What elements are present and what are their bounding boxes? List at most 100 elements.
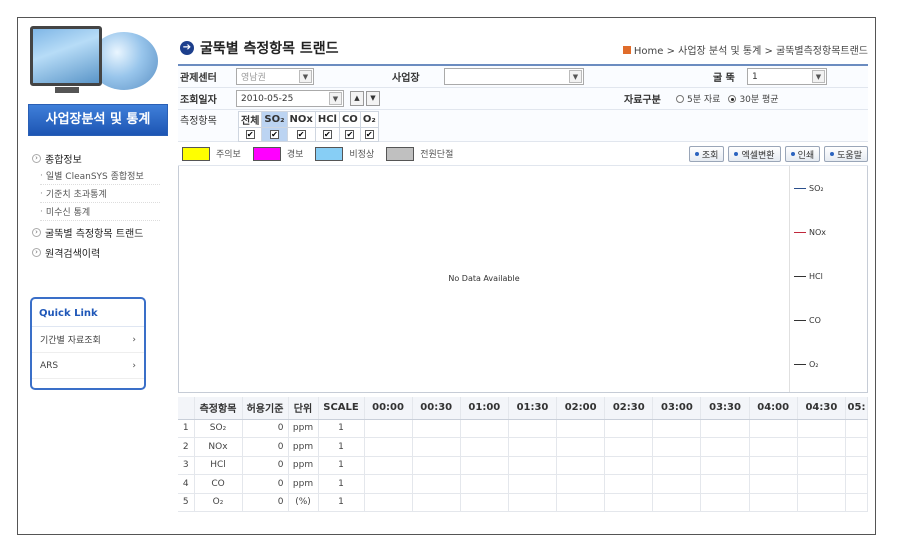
table-cell-value [845,474,868,494]
checkmark-icon: ✔ [269,130,279,139]
stack-select[interactable]: 1 ▼ [747,68,827,85]
checkbox-o2[interactable]: ✔ [359,127,379,142]
filter-row-items: 측정항목 전체 SO₂ NOx HCl CO O₂ ✔ ✔ ✔ ✔ ✔ ✔ [178,110,868,142]
chart-legend-item: HCl [794,272,823,281]
bullet-icon: › [32,228,41,237]
table-cell-limit: 0 [242,493,289,512]
table-cell-value [652,437,702,457]
status-legend: 주의보 경보 비정상 전원단절 조회 엑셀변환 인쇄 도움말 [178,142,868,166]
table-cell-value [700,419,750,438]
chart-legend-label: HCl [809,272,823,281]
table-row: 4 CO 0 ppm 1 [178,474,868,494]
sidebar-item-label: 원격검색이력 [45,249,101,260]
table-cell-value [556,474,606,494]
checkmark-icon: ✔ [245,130,255,139]
page-frame: 사업장분석 및 통계 › 종합정보 일별 CleanSYS 종합정보 기준치 초… [17,17,876,535]
table-cell-no: 4 [178,474,195,494]
table-cell-value [845,493,868,512]
table-cell-unit: ppm [288,474,319,494]
quick-link-ars[interactable]: ARS › [32,353,144,379]
quick-link-period-data[interactable]: 기간별 자료조회 › [32,327,144,353]
data-type-radio-30min[interactable]: 30분 평균 [728,92,779,105]
page-header: ➔ 굴뚝별 측정항목 트랜드 Home > 사업장 분석 및 통계 > 굴뚝별측… [178,24,868,64]
item-header-so2: SO₂ [261,111,288,128]
table-cell-value [845,437,868,457]
checkbox-so2[interactable]: ✔ [261,127,288,142]
item-header-nox: NOx [286,111,316,128]
legend-swatch-power-off [386,146,415,161]
table-cell-unit: ppm [288,437,319,457]
help-button[interactable]: 도움말 [824,146,868,162]
checkbox-hcl[interactable]: ✔ [314,127,340,142]
chart-legend-label: NOx [809,228,827,237]
center-select[interactable]: 영남권 ▼ [236,68,314,85]
sidebar-subitem-daily-cleansys[interactable]: 일별 CleanSYS 종합정보 [40,167,160,185]
quick-link-title: Quick Link [32,299,144,327]
table-cell-unit: ppm [288,419,319,438]
checkbox-co[interactable]: ✔ [338,127,361,142]
trend-chart: No Data Available SO₂ NOx HCl CO O₂ [178,166,868,393]
chevron-down-icon: ▼ [569,70,582,83]
table-header-cell: 02:30 [604,397,654,420]
sidebar-item-stack-trend[interactable]: › 굴뚝별 측정항목 트랜드 [32,224,168,241]
sidebar-subitem-limit-exceed[interactable]: 기준치 초과통계 [40,185,160,203]
date-down-button[interactable]: ▼ [366,91,380,106]
chevron-down-icon: ▼ [329,92,342,105]
table-cell-scale: 1 [318,493,365,512]
table-cell-value [460,493,509,512]
checkmark-icon: ✔ [364,130,374,139]
table-cell-limit: 0 [242,456,289,475]
table-header-cell: 00:30 [412,397,461,420]
checkbox-nox[interactable]: ✔ [286,127,316,142]
legend-line-icon [794,276,806,277]
table-cell-limit: 0 [242,419,289,438]
table-header-cell: 측정항목 [194,397,243,420]
main-content: ➔ 굴뚝별 측정항목 트랜드 Home > 사업장 분석 및 통계 > 굴뚝별측… [178,24,868,512]
table-row: 2 NOx 0 ppm 1 [178,437,868,457]
checkmark-icon: ✔ [296,130,306,139]
table-cell-value [749,437,798,457]
site-label: 사업장 [392,73,420,84]
site-select[interactable]: ▼ [444,68,584,85]
center-label: 관제센터 [180,73,217,84]
table-header-cell: 03:30 [700,397,750,420]
table-cell-scale: 1 [318,474,365,494]
sidebar-subitem-unreceived[interactable]: 미수신 통계 [40,203,160,221]
excel-export-button[interactable]: 엑셀변환 [728,146,781,162]
table-cell-value [508,474,558,494]
legend-line-icon [794,364,806,365]
data-type-radio-5min[interactable]: 5분 자료 [676,92,720,105]
table-cell-value [797,419,847,438]
date-label: 조회일자 [180,95,217,106]
table-cell-value [604,419,654,438]
items-label: 측정항목 [180,116,217,127]
table-cell-value [364,437,413,457]
table-cell-value [556,456,606,475]
table-header-cell: 05: [845,397,868,420]
date-up-button[interactable]: ▲ [350,91,364,106]
sidebar-item-remote-history[interactable]: › 원격검색이력 [32,244,168,261]
table-body: 1 SO₂ 0 ppm 1 2 NOx 0 ppm 1 3 HCl 0 ppm 1 4 CO 0 ppm 1 5 O₂ 0(… [178,419,868,512]
table-cell-no: 3 [178,456,195,475]
stack-select-value: 1 [752,71,758,82]
table-cell-value [749,493,798,512]
legend-swatch-alarm [252,146,281,161]
measurement-table: 측정항목 허용기준 단위 SCALE 00:00 00:30 01:00 01:30 02:00… [178,397,868,512]
sidebar-item-summary[interactable]: › 종합정보 [32,150,168,167]
chart-legend-item: SO₂ [794,184,824,193]
table-cell-value [412,474,461,494]
table-cell-value [412,437,461,457]
legend-swatch-warning [182,146,210,161]
table-cell-value [749,456,798,475]
filter-panel: 관제센터 영남권 ▼ 사업장 ▼ 굴 뚝 1 ▼ 조회일자 2010-05-25… [178,64,868,142]
table-cell-value [412,493,461,512]
table-cell-item: SO₂ [194,419,243,438]
table-cell-value [604,474,654,494]
table-cell-value [508,437,558,457]
date-select[interactable]: 2010-05-25 ▼ [236,90,344,107]
table-cell-value [652,493,702,512]
checkmark-icon: ✔ [345,130,355,139]
checkbox-all[interactable]: ✔ [237,127,263,142]
search-button[interactable]: 조회 [688,146,725,162]
print-button[interactable]: 인쇄 [784,146,821,162]
